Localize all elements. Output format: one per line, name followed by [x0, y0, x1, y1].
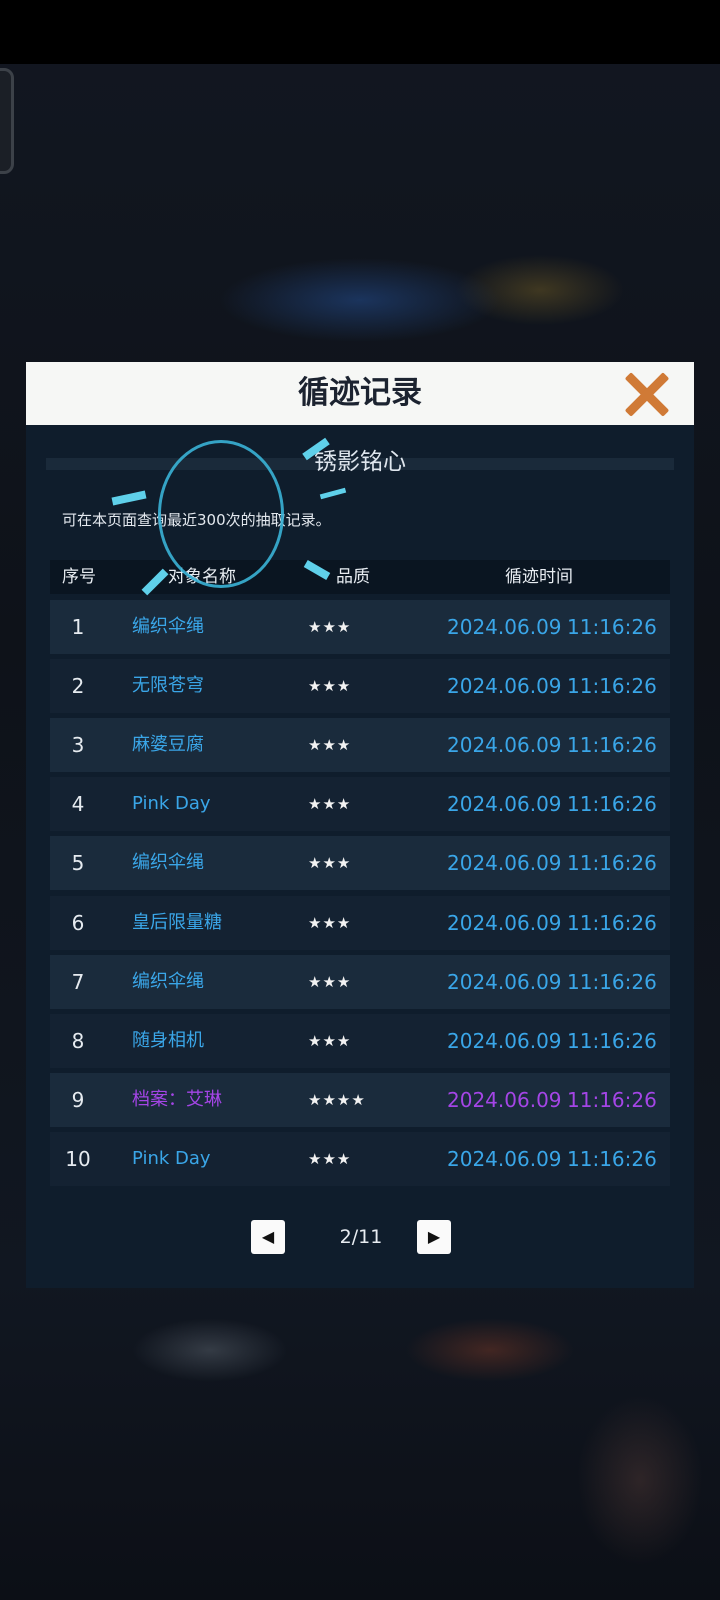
row-date: 2024.06.09: [447, 910, 562, 935]
row-clock: 11:16:26: [567, 615, 657, 639]
table-row: 4 Pink Day ★★★ 2024.06.09 11:16:26: [50, 777, 670, 832]
header-time: 循迹时间: [505, 567, 573, 587]
triangle-right-icon: ▶: [427, 1227, 441, 1246]
row-index: 8: [71, 1028, 85, 1053]
row-item-name: 档案：艾琳: [132, 1088, 222, 1110]
row-index: 5: [71, 851, 85, 876]
row-clock: 11:16:26: [567, 1028, 657, 1053]
row-index: 4: [71, 792, 85, 817]
row-clock: 11:16:26: [567, 1146, 657, 1171]
row-index: 9: [71, 1087, 85, 1112]
row-date: 2024.06.09: [447, 674, 562, 699]
row-item-name: Pink Day: [132, 793, 211, 815]
banner-name: 锈影铭心: [314, 449, 406, 475]
notice-text: 可在本页面查询最近300次的抽取记录。: [62, 511, 331, 529]
row-date: 2024.06.09: [447, 969, 562, 994]
record-dialog: 循迹记录 锈影铭心 可在本页面查询最近300次的抽取记录。 序号 对象名称 品质…: [26, 362, 694, 1288]
row-date: 2024.06.09: [447, 1087, 562, 1112]
table-row: 2 无限苍穹 ★★★ 2024.06.09 11:16:26: [50, 659, 670, 714]
row-index: 2: [71, 674, 85, 699]
row-item-name: 编织伞绳: [132, 616, 204, 637]
row-quality: ★★★: [308, 972, 352, 991]
table-row: 7 编织伞绳 ★★★ 2024.06.09 11:16:26: [50, 954, 670, 1009]
row-clock: 11:16:26: [567, 792, 657, 817]
row-quality: ★★★: [308, 1149, 352, 1168]
row-date: 2024.06.09: [447, 1146, 562, 1171]
row-quality: ★★★: [308, 736, 352, 755]
row-clock: 11:16:26: [567, 910, 657, 935]
header-name: 对象名称: [168, 567, 236, 587]
row-clock: 11:16:26: [567, 674, 657, 699]
row-quality: ★★★: [308, 913, 352, 932]
table-row: 1 编织伞绳 ★★★ 2024.06.09 11:16:26: [50, 600, 670, 654]
dialog-header: 循迹记录: [26, 362, 694, 425]
close-icon[interactable]: [622, 369, 672, 419]
header-quality: 品质: [336, 567, 370, 587]
page-indicator: 2/11: [339, 1226, 383, 1248]
table-row: 8 随身相机 ★★★ 2024.06.09 11:16:26: [50, 1013, 670, 1068]
table-row: 3 麻婆豆腐 ★★★ 2024.06.09 11:16:26: [50, 718, 670, 773]
row-index: 7: [71, 969, 85, 994]
row-item-name: 麻婆豆腐: [132, 734, 204, 756]
row-quality: ★★★: [308, 677, 352, 696]
row-clock: 11:16:26: [567, 969, 657, 994]
row-date: 2024.06.09: [447, 615, 562, 639]
row-quality: ★★★: [308, 618, 352, 636]
prev-page-button[interactable]: ◀: [251, 1220, 285, 1254]
row-item-name: 编织伞绳: [132, 852, 204, 874]
dialog-title: 循迹记录: [298, 375, 422, 411]
row-quality: ★★★★: [308, 1090, 366, 1109]
side-handle[interactable]: [0, 68, 14, 174]
table-row: 5 编织伞绳 ★★★ 2024.06.09 11:16:26: [50, 836, 670, 891]
pager: ◀ 2/11 ▶: [26, 1220, 694, 1254]
row-date: 2024.06.09: [447, 851, 562, 876]
row-item-name: 编织伞绳: [132, 970, 204, 992]
next-page-button[interactable]: ▶: [417, 1220, 451, 1254]
row-date: 2024.06.09: [447, 733, 562, 758]
row-date: 2024.06.09: [447, 1028, 562, 1053]
row-clock: 11:16:26: [567, 1087, 657, 1112]
row-index: 6: [71, 910, 85, 935]
row-clock: 11:16:26: [567, 733, 657, 758]
status-bar: [0, 0, 720, 64]
row-quality: ★★★: [308, 854, 352, 873]
row-item-name: 皇后限量糖: [132, 911, 222, 933]
table-header: 序号 对象名称 品质 循迹时间: [50, 560, 670, 594]
table-row: 10 Pink Day ★★★ 2024.06.09 11:16:26: [50, 1131, 670, 1186]
table-row: 6 皇后限量糖 ★★★ 2024.06.09 11:16:26: [50, 895, 670, 950]
row-item-name: 随身相机: [132, 1029, 204, 1051]
row-quality: ★★★: [308, 1031, 352, 1050]
triangle-left-icon: ◀: [261, 1227, 275, 1246]
table-row: 9 档案：艾琳 ★★★★ 2024.06.09 11:16:26: [50, 1072, 670, 1127]
row-date: 2024.06.09: [447, 792, 562, 817]
row-index: 1: [71, 615, 85, 639]
row-index: 3: [71, 733, 85, 758]
row-clock: 11:16:26: [567, 851, 657, 876]
row-item-name: Pink Day: [132, 1147, 211, 1169]
row-quality: ★★★: [308, 795, 352, 814]
header-index: 序号: [62, 567, 96, 587]
row-index: 10: [65, 1146, 91, 1171]
row-item-name: 无限苍穹: [132, 675, 204, 697]
